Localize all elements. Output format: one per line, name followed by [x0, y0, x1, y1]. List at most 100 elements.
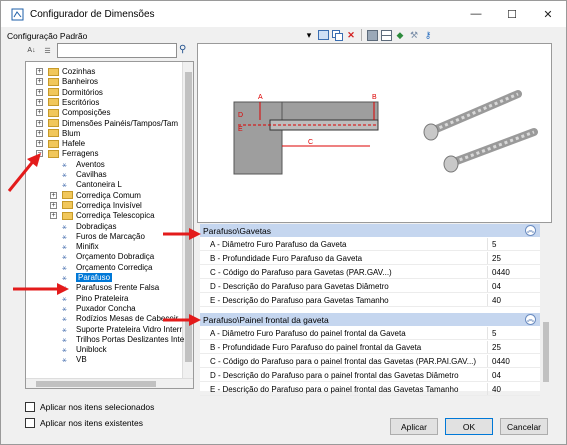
expand-toggle-icon[interactable]: + — [50, 191, 57, 199]
hardware-item-icon: ⚹ — [62, 314, 67, 324]
tree-item[interactable]: ⚹ VB — [62, 354, 87, 365]
hardware-item-icon: ⚹ — [62, 355, 67, 365]
property-label: A - Diâmetro Furo Parafuso da Gaveta — [200, 238, 488, 250]
property-row[interactable]: D - Descrição do Parafuso para Gavetas D… — [200, 280, 540, 293]
checkbox-box[interactable] — [25, 418, 35, 428]
binoculars-icon[interactable]: ⚲ — [179, 44, 192, 56]
property-row[interactable]: B - Profundidade Furo Parafuso da Gaveta… — [200, 252, 540, 265]
tree-hscroll-thumb[interactable] — [36, 381, 156, 387]
apply-selected-checkbox[interactable]: Aplicar nos itens selecionados — [25, 402, 154, 412]
expand-toggle-icon[interactable]: + — [36, 129, 43, 137]
tree-item-label: Parafuso — [76, 273, 113, 282]
tree-item-label: Minifix — [76, 242, 99, 252]
copy-icon[interactable] — [331, 29, 343, 41]
grid-icon[interactable] — [380, 29, 392, 41]
screw-photo-2 — [443, 128, 538, 173]
hardware-item-icon: ⚹ — [62, 262, 67, 272]
property-row[interactable]: C - Código do Parafuso para o painel fro… — [200, 355, 540, 368]
property-row[interactable]: D - Descrição do Parafuso para o painel … — [200, 369, 540, 382]
hardware-item-icon: ⚹ — [62, 221, 67, 231]
label-b: B — [372, 94, 377, 101]
property-value[interactable]: 40 — [488, 383, 501, 395]
property-label: D - Descrição do Parafuso para o painel … — [200, 369, 488, 381]
collapse-group-icon[interactable]: ︽ — [525, 225, 536, 236]
property-row[interactable]: A - Diâmetro Furo Parafuso da Gaveta 5 — [200, 238, 540, 251]
search-input[interactable] — [57, 43, 177, 58]
property-value[interactable]: 04 — [488, 280, 501, 292]
folder-icon — [48, 139, 59, 148]
maximize-button[interactable]: ☐ — [494, 1, 530, 27]
key-icon[interactable]: ⚷ — [422, 29, 434, 41]
expand-toggle-icon[interactable]: + — [36, 88, 43, 96]
expand-toggle-icon[interactable]: + — [36, 98, 43, 106]
property-value[interactable]: 5 — [488, 327, 496, 339]
delete-icon[interactable]: ✕ — [345, 29, 357, 41]
expand-toggle-icon[interactable]: + — [36, 140, 43, 148]
hardware-item-icon: ⚹ — [62, 334, 67, 344]
properties-scroll-thumb[interactable] — [543, 322, 549, 382]
hardware-item-icon: ⚹ — [62, 242, 67, 252]
properties-scrollbar[interactable] — [540, 224, 552, 391]
sort-az-icon[interactable]: A↓ — [25, 44, 38, 57]
property-row[interactable]: E - Descrição do Parafuso para o painel … — [200, 383, 540, 396]
property-label: C - Código do Parafuso para Gavetas (PAR… — [200, 266, 488, 278]
tree-horizontal-scrollbar[interactable] — [26, 378, 193, 388]
property-row[interactable]: A - Diâmetro Furo Parafuso do painel fro… — [200, 327, 540, 340]
tree-item-label: VB — [76, 355, 87, 365]
property-value[interactable]: 5 — [488, 238, 496, 250]
folder-icon — [62, 211, 73, 220]
folder-icon — [62, 191, 73, 200]
tree-item-label: Puxador Concha — [76, 303, 136, 313]
close-button[interactable]: ✕ — [530, 1, 566, 27]
property-value[interactable]: 04 — [488, 369, 501, 381]
checkbox-box[interactable] — [25, 402, 35, 412]
ok-button[interactable]: OK — [445, 418, 493, 435]
tree-item-label: Parafusos Frente Falsa — [76, 283, 160, 293]
property-value[interactable]: 25 — [488, 341, 501, 353]
disk-icon[interactable] — [366, 29, 378, 41]
group-header-painel[interactable]: Parafuso\Painel frontal da gaveta ︽ — [200, 313, 540, 326]
expand-toggle-icon[interactable]: + — [36, 109, 43, 117]
tool-icon[interactable]: ⚒ — [408, 29, 420, 41]
expand-toggle-icon[interactable]: + — [36, 119, 43, 127]
apply-existing-checkbox[interactable]: Aplicar nos itens existentes — [25, 418, 143, 428]
expand-toggle-icon[interactable]: + — [36, 78, 43, 86]
hardware-item-icon: ⚹ — [62, 180, 67, 190]
apply-button[interactable]: Aplicar — [390, 418, 438, 435]
property-row[interactable]: C - Código do Parafuso para Gavetas (PAR… — [200, 266, 540, 279]
folder-icon — [48, 88, 59, 97]
cancel-button[interactable]: Cancelar — [500, 418, 548, 435]
property-value[interactable]: 0440 — [488, 266, 510, 278]
folder-icon — [48, 77, 59, 86]
tree-item-label: Dimensões Painéis/Tampos/Tam — [62, 118, 179, 128]
hardware-item-icon: ⚹ — [62, 345, 67, 355]
minimize-button[interactable]: — — [458, 1, 494, 27]
property-value[interactable]: 0440 — [488, 355, 510, 367]
property-value[interactable]: 25 — [488, 252, 501, 264]
tree-item-label: Orçamento Corrediça — [76, 262, 153, 272]
category-tree[interactable]: + Cozinhas + Banheiros + Dormitórios + Escritór… — [25, 61, 194, 389]
apply-selected-label: Aplicar nos itens selecionados — [40, 402, 155, 412]
property-value[interactable]: 40 — [488, 294, 501, 306]
property-label: C - Código do Parafuso para o painel fro… — [200, 355, 488, 367]
sort-list-icon[interactable]: ☰ — [41, 44, 54, 57]
dropdown-icon[interactable]: ▾ — [303, 29, 315, 41]
configurator-window: Configurador de Dimensões — ☐ ✕ Configur… — [0, 0, 567, 445]
save-config-icon[interactable] — [317, 29, 329, 41]
expand-toggle-icon[interactable]: + — [36, 68, 43, 75]
folder-icon — [48, 119, 59, 127]
property-row[interactable]: B - Profundidade Furo Parafuso do painel… — [200, 341, 540, 354]
drawer-bottom-block — [281, 101, 379, 123]
collapse-group-icon[interactable]: ︽ — [525, 314, 536, 325]
expand-toggle-icon[interactable]: + — [50, 201, 57, 209]
window-title: Configurador de Dimensões — [30, 8, 155, 20]
tree-item-label: Pino Prateleira — [76, 293, 129, 303]
tree-vertical-scrollbar[interactable] — [182, 62, 193, 380]
group-header-gavetas[interactable]: Parafuso\Gavetas ︽ — [200, 224, 540, 237]
label-c: C — [308, 139, 313, 146]
annotation-arrow-ferragens — [7, 153, 41, 192]
tree-item-label: Furos de Marcação — [76, 231, 145, 241]
expand-toggle-icon[interactable]: + — [50, 212, 57, 220]
property-row[interactable]: E - Descrição do Parafuso para Gavetas T… — [200, 294, 540, 307]
export-icon[interactable]: ◆ — [394, 29, 406, 41]
